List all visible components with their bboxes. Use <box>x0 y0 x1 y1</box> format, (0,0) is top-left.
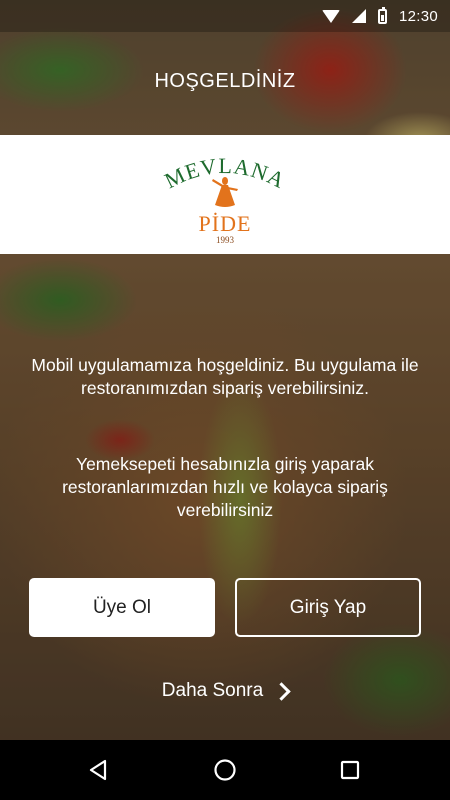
home-circle-icon[interactable] <box>213 758 237 782</box>
status-icons: 12:30 <box>321 0 438 32</box>
wifi-icon <box>321 9 340 23</box>
welcome-text: Mobil uygulamamıza hoşgeldiniz. Bu uygul… <box>31 355 419 398</box>
page-title: HOŞGELDİNİZ <box>154 70 296 92</box>
screen: 12:30 HOŞGELDİNİZ MEVLANA PİDE 1993 Mobi… <box>0 0 450 800</box>
signal-icon <box>351 9 366 23</box>
dervish-icon <box>212 177 238 207</box>
status-clock: 12:30 <box>398 7 438 25</box>
mevlana-pide-logo: MEVLANA PİDE 1993 <box>161 153 289 245</box>
recent-square-icon[interactable] <box>338 758 362 782</box>
battery-icon <box>377 6 387 24</box>
navigation-bar <box>0 740 450 800</box>
register-button[interactable]: Üye Ol <box>29 578 215 637</box>
later-link[interactable]: Daha Sonra <box>0 680 450 702</box>
logo-band: MEVLANA PİDE 1993 <box>0 135 450 254</box>
status-bar: 12:30 <box>0 0 450 32</box>
chevron-right-icon <box>272 682 291 701</box>
later-label: Daha Sonra <box>161 680 264 701</box>
logo-year: 1993 <box>216 235 235 245</box>
logo-sub: PİDE <box>199 211 252 236</box>
back-triangle-icon[interactable] <box>87 758 111 782</box>
yemeksepeti-info-text: Yemeksepeti hesabınızla giriş yaparak re… <box>62 454 388 520</box>
login-button[interactable]: Giriş Yap <box>235 578 421 637</box>
